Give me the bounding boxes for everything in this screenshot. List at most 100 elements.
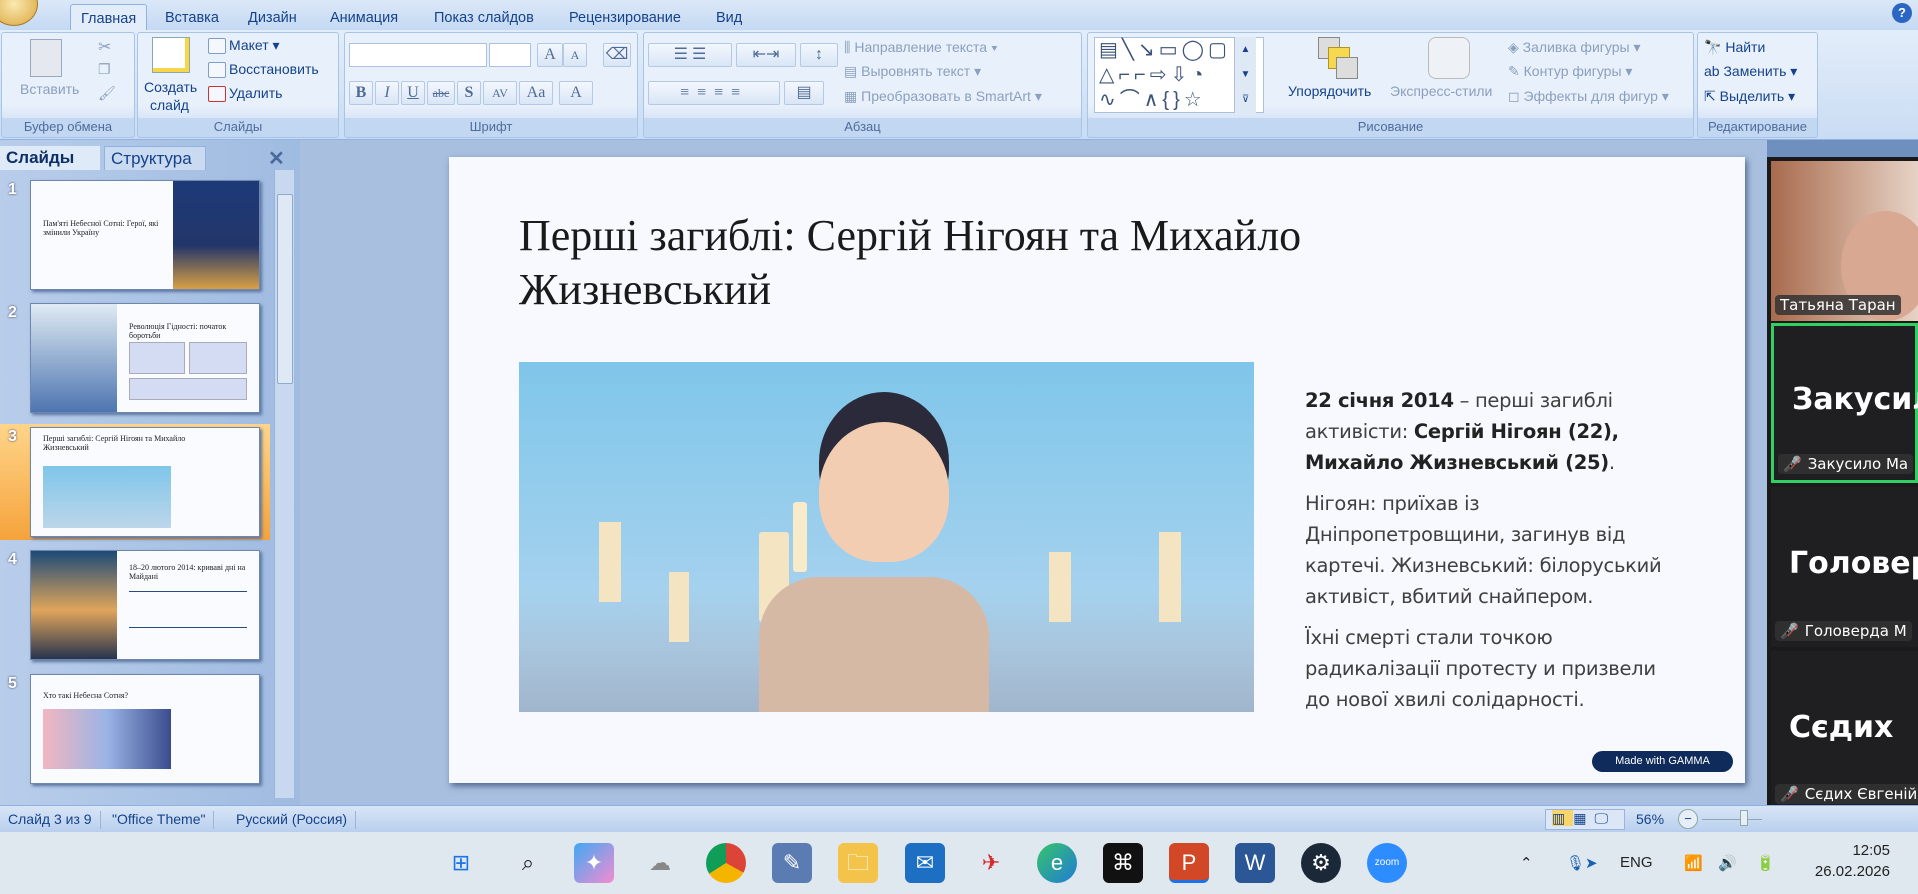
delete-button[interactable]: Удалить [229, 85, 282, 101]
zoom-icon[interactable]: zoom [1367, 843, 1407, 883]
char-spacing-button[interactable]: AV [483, 81, 517, 105]
indent-buttons[interactable]: ⇤⇥ [736, 43, 796, 67]
arrange-button[interactable]: Упорядочить [1288, 83, 1371, 99]
clear-formatting-icon[interactable]: ⌫ [603, 43, 631, 67]
slide-thumbnail-5[interactable]: 5 Хто такі Небесна Сотня? [0, 671, 270, 787]
change-case-button[interactable]: Aa [519, 81, 553, 105]
layout-button[interactable]: Макет [229, 37, 269, 53]
capcut-icon[interactable]: ⌘ [1103, 843, 1143, 883]
panel-scrollbar[interactable] [274, 170, 294, 798]
volume-icon[interactable]: 🔊 [1718, 854, 1737, 872]
shadow-button[interactable]: S [457, 81, 481, 105]
grow-font-button[interactable]: A [537, 43, 563, 67]
wifi-icon[interactable]: 📶 [1684, 854, 1703, 872]
mic-location-icon[interactable]: 🎙➤ [1566, 854, 1598, 872]
input-language[interactable]: ENG [1620, 854, 1653, 871]
battery-icon[interactable]: 🔋 [1756, 854, 1775, 872]
italic-button[interactable]: I [375, 81, 399, 105]
copilot-icon[interactable]: ✦ [574, 843, 614, 883]
slide-thumbnail-2[interactable]: 2 Революція Гідності: початок боротьби [0, 300, 270, 416]
replace-button[interactable]: Заменить [1723, 63, 1786, 79]
tab-slideshow[interactable]: Показ слайдов [424, 4, 544, 30]
gallery-scroll[interactable]: ▲ ▼ ⊽ [1234, 37, 1256, 113]
zoom-level[interactable]: 56% [1636, 811, 1664, 827]
normal-view-icon[interactable]: ▥ [1552, 810, 1574, 826]
align-buttons[interactable]: ≡≡≡≡ [648, 81, 780, 105]
made-with-gamma-badge[interactable]: Made with GAMMA [1592, 751, 1733, 772]
shape-effects-button[interactable]: Эффекты для фигур [1524, 88, 1658, 104]
strikethrough-button[interactable]: abc [427, 81, 455, 105]
slide-image-boy-with-candle[interactable] [519, 362, 1254, 712]
clock-time[interactable]: 12:05 [1830, 842, 1890, 859]
edge-icon[interactable]: e [1037, 843, 1077, 883]
tab-review[interactable]: Рецензирование [559, 4, 691, 30]
status-bar: Слайд 3 из 9 "Office Theme" Русский (Рос… [0, 805, 1918, 832]
format-painter-icon[interactable]: 🖌 [98, 85, 116, 102]
powerpoint-icon[interactable]: P [1169, 843, 1209, 883]
slideshow-view-icon[interactable]: 🖵 [1594, 810, 1616, 826]
align-text-button[interactable]: Выровнять текст [861, 63, 970, 79]
shape-outline-button[interactable]: Контур фигуры [1524, 63, 1622, 79]
cloud-app-icon[interactable]: ☁ [640, 843, 680, 883]
slide-title[interactable]: Перші загиблі: Сергій Нігоян та Михайло … [519, 209, 1419, 317]
cut-icon[interactable]: ✂ [98, 37, 111, 57]
copy-icon[interactable]: ❐ [98, 61, 111, 78]
slide-body-text[interactable]: 22 січня 2014 – перші загиблі активісти:… [1305, 385, 1675, 725]
bold-button[interactable]: B [349, 81, 373, 105]
slide-thumbnail-1[interactable]: 1 Пам'яті Небесної Сотні: Герої, які змі… [0, 177, 270, 293]
underline-button[interactable]: U [401, 81, 425, 105]
view-buttons[interactable]: ▥▦🖵 [1545, 809, 1625, 830]
sorter-view-icon[interactable]: ▦ [1573, 810, 1594, 826]
text-direction-button[interactable]: Направление текста [854, 39, 987, 55]
find-button[interactable]: Найти [1725, 39, 1765, 55]
zoom-slider-thumb[interactable] [1740, 810, 1748, 826]
tab-animation[interactable]: Анимация [320, 4, 408, 30]
tab-insert[interactable]: Вставка [155, 4, 229, 30]
paste-button[interactable]: Вставить [20, 81, 79, 97]
show-hidden-icons[interactable]: ⌃ [1520, 854, 1533, 872]
reset-button[interactable]: Восстановить [229, 61, 319, 77]
zoom-slider[interactable] [1702, 819, 1762, 820]
list-buttons[interactable]: ☰ ☰ [648, 43, 732, 67]
theme-name[interactable]: "Office Theme" [104, 811, 215, 829]
close-panel-icon[interactable]: ✕ [268, 146, 285, 171]
chrome-icon[interactable] [706, 843, 746, 883]
font-color-button[interactable]: A [559, 81, 593, 105]
current-slide[interactable]: Перші загиблі: Сергій Нігоян та Михайло … [449, 157, 1745, 783]
shape-fill-button[interactable]: Заливка фигуры [1523, 39, 1630, 55]
search-icon[interactable]: ⌕ [508, 843, 548, 883]
scroll-thumb[interactable] [277, 194, 293, 384]
help-icon[interactable]: ? [1892, 3, 1912, 23]
game-app-icon[interactable]: ✈ [971, 843, 1011, 883]
tab-slides[interactable]: Слайды [0, 146, 100, 170]
tab-home[interactable]: Главная [70, 4, 148, 30]
participant-tile[interactable]: Головерда 🎤̸ Головерда М [1771, 487, 1918, 647]
tab-view[interactable]: Вид [706, 4, 752, 30]
steam-icon[interactable]: ⚙ [1301, 843, 1341, 883]
tab-outline[interactable]: Структура [104, 146, 206, 170]
paint-icon[interactable]: ✎ [772, 843, 812, 883]
participant-tile-video[interactable]: Татьяна Таран [1771, 161, 1918, 321]
new-slide-button[interactable]: Создать [144, 79, 197, 95]
quick-styles-button[interactable]: Экспресс-стили [1390, 83, 1492, 99]
font-family-select[interactable] [349, 43, 487, 67]
select-button[interactable]: Выделить [1720, 88, 1785, 104]
slide-thumbnail-3[interactable]: 3 Перші загиблі: Сергій Нігоян та Михайл… [0, 424, 270, 540]
font-size-select[interactable] [489, 43, 531, 67]
file-explorer-icon[interactable]: 🗀 [838, 843, 878, 883]
clock-date[interactable]: 26.02.2026 [1800, 863, 1890, 880]
tab-design[interactable]: Дизайн [238, 4, 307, 30]
language-status[interactable]: Русский (Россия) [228, 811, 357, 829]
windows-start-icon[interactable]: ⊞ [441, 843, 481, 883]
word-icon[interactable]: W [1235, 843, 1275, 883]
shrink-font-button[interactable]: A [563, 43, 587, 67]
columns-button[interactable]: ▤ [784, 81, 824, 105]
participant-tile-active[interactable]: Закусило 🎤̸ Закусило Ма [1771, 323, 1918, 483]
convert-smartart-button[interactable]: Преобразовать в SmartArt [861, 88, 1031, 104]
slide-thumbnail-4[interactable]: 4 18–20 лютого 2014: криваві дні на Майд… [0, 547, 270, 663]
zoom-out-button[interactable]: − [1678, 809, 1698, 829]
office-button[interactable] [0, 0, 38, 26]
participant-tile[interactable]: Сєдих 🎤̸ Сєдих Євгеній [1771, 651, 1918, 810]
line-spacing-button[interactable]: ↕ [800, 43, 838, 67]
mail-icon[interactable]: ✉ [905, 843, 945, 883]
